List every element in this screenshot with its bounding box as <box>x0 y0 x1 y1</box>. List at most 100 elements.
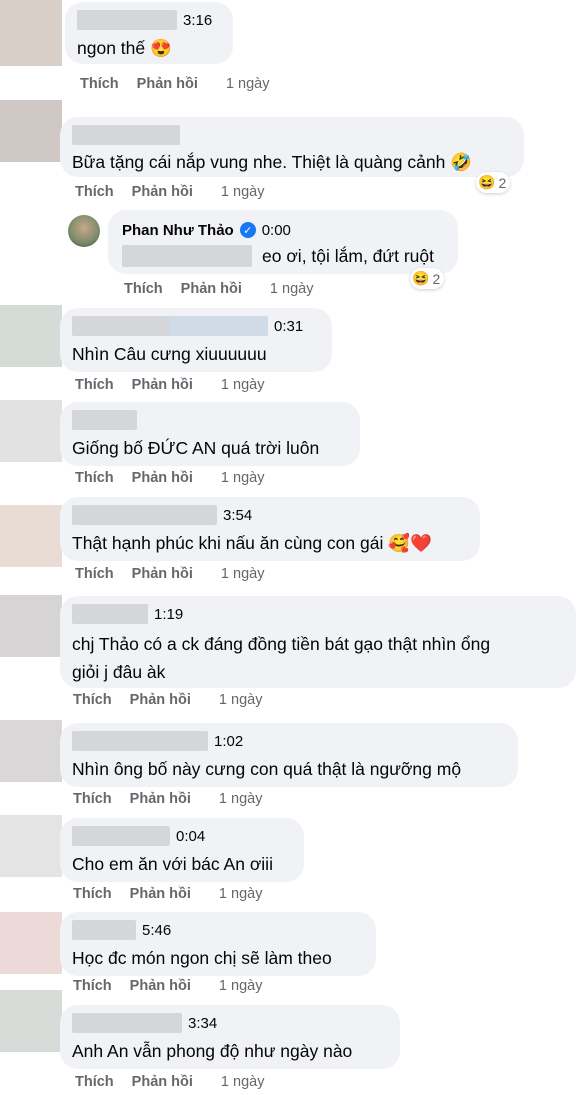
comment-bubble: 0:04 Cho em ăn với bác An ơiii <box>60 818 304 882</box>
like-button[interactable]: Thích <box>75 377 114 393</box>
comment-bubble: Giống bố ĐỨC AN quá trời luôn <box>60 402 360 466</box>
laugh-icon: 😆 <box>478 174 496 190</box>
comment-bubble: Bữa tặng cái nắp vung nhe. Thiệt là quàn… <box>60 117 524 177</box>
reply-button[interactable]: Phản hồi <box>132 184 193 200</box>
comment-actions: Thích Phản hồi 1 ngày <box>80 76 269 92</box>
comment-actions: Thích Phản hồi 1 ngày <box>75 566 264 582</box>
comment-bubble: 3:16 ngon thế 😍 <box>65 2 233 64</box>
avatar <box>0 720 62 782</box>
comment-actions: Thích Phản hồi 1 ngày <box>73 791 262 807</box>
comment-text: ngon thế 😍 <box>77 38 172 58</box>
like-button[interactable]: Thích <box>73 886 112 902</box>
like-button[interactable]: Thích <box>75 1074 114 1090</box>
avatar <box>0 815 62 877</box>
comment-time: 1 ngày <box>220 566 265 582</box>
comment-bubble: 0:31 Nhìn Câu cưng xiuuuuuu <box>60 308 332 372</box>
comment-meta: 1:19 <box>154 605 184 623</box>
comment-bubble: 3:34 Anh An vẫn phong độ như ngày nào <box>60 1005 400 1069</box>
avatar <box>0 400 62 462</box>
comment-meta: 5:46 <box>142 921 172 939</box>
comment-meta: 3:54 <box>223 506 253 524</box>
author-name-blurred <box>72 920 136 940</box>
reaction-count: 2 <box>498 174 507 191</box>
comment-text: Cho em ăn với bác An ơiii <box>72 854 273 874</box>
comment-actions: Thích Phản hồi 1 ngày <box>75 470 264 486</box>
comment-actions: Thích Phản hồi 1 ngày <box>73 978 262 994</box>
author-name-blurred <box>72 1013 182 1033</box>
comment-bubble: 5:46 Học đc món ngon chị sẽ làm theo <box>60 912 376 976</box>
reply-button[interactable]: Phản hồi <box>130 791 191 807</box>
comment-actions: Thích Phản hồi 1 ngày <box>73 692 262 708</box>
reaction-badge[interactable]: 😆 2 <box>476 172 511 193</box>
avatar <box>68 215 100 247</box>
comment-bubble: 1:02 Nhìn ông bố này cưng con quá thật l… <box>60 723 518 787</box>
like-button[interactable]: Thích <box>75 566 114 582</box>
comment-text: Nhìn Câu cưng xiuuuuuu <box>72 344 267 364</box>
comment-meta: 0:00 <box>261 221 291 239</box>
comment-time: 1 ngày <box>218 978 263 994</box>
avatar <box>0 595 62 657</box>
like-button[interactable]: Thích <box>124 281 163 297</box>
like-button[interactable]: Thích <box>73 692 112 708</box>
reply-button[interactable]: Phản hồi <box>137 76 198 92</box>
comment-text: Bữa tặng cái nắp vung nhe. Thiệt là quàn… <box>72 152 472 172</box>
comment-time: 1 ngày <box>218 791 263 807</box>
comment-actions: Thích Phản hồi 1 ngày <box>124 281 313 297</box>
reply-button[interactable]: Phản hồi <box>132 566 193 582</box>
reply-button[interactable]: Phản hồi <box>181 281 242 297</box>
reply-button[interactable]: Phản hồi <box>130 692 191 708</box>
comment-time: 1 ngày <box>220 470 265 486</box>
comment-text: Giống bố ĐỨC AN quá trời luôn <box>72 438 320 458</box>
laugh-icon: 😆 <box>412 270 430 286</box>
comment-meta: 3:16 <box>183 11 213 29</box>
verified-badge-icon: ✓ <box>239 222 256 238</box>
like-button[interactable]: Thích <box>75 184 114 200</box>
comment-time: 1 ngày <box>218 692 263 708</box>
comment-text: Thật hạnh phúc khi nấu ăn cùng con gái 🥰… <box>72 533 432 553</box>
reaction-badge[interactable]: 😆 2 <box>410 268 445 289</box>
avatar <box>0 912 62 974</box>
reply-button[interactable]: Phản hồi <box>130 978 191 994</box>
comment-text: Học đc món ngon chị sẽ làm theo <box>72 948 332 968</box>
comment-meta: 0:04 <box>176 827 206 845</box>
comment-text: Anh An vẫn phong độ như ngày nào <box>72 1041 353 1061</box>
comment-time: 1 ngày <box>225 76 270 92</box>
comment-actions: Thích Phản hồi 1 ngày <box>75 184 264 200</box>
author-name-blurred <box>72 604 148 624</box>
comment-actions: Thích Phản hồi 1 ngày <box>75 377 264 393</box>
comment-actions: Thích Phản hồi 1 ngày <box>73 886 262 902</box>
comment-text: Nhìn ông bố này cưng con quá thật là ngư… <box>72 759 462 779</box>
avatar <box>0 505 62 567</box>
like-button[interactable]: Thích <box>73 791 112 807</box>
comment-bubble: Phan Như Thảo ✓ 0:00 eo ơi, tội lắm, đứt… <box>108 210 458 274</box>
reaction-count: 2 <box>432 270 441 287</box>
reply-button[interactable]: Phản hồi <box>132 1074 193 1090</box>
author-name-blurred <box>72 316 268 336</box>
author-name-blurred <box>72 410 137 430</box>
author-name-blurred <box>77 10 177 30</box>
comment-meta: 1:02 <box>214 732 244 750</box>
like-button[interactable]: Thích <box>73 978 112 994</box>
avatar <box>0 305 62 367</box>
avatar <box>0 100 62 162</box>
comment-actions: Thích Phản hồi 1 ngày <box>75 1074 264 1090</box>
author-name[interactable]: Phan Như Thảo <box>122 222 234 239</box>
comment-meta: 0:31 <box>274 317 304 335</box>
author-name-blurred <box>72 731 208 751</box>
reply-button[interactable]: Phản hồi <box>130 886 191 902</box>
like-button[interactable]: Thích <box>80 76 119 92</box>
comment-text: eo ơi, tội lắm, đứt ruột <box>262 246 435 266</box>
comment-meta: 3:34 <box>188 1014 218 1032</box>
reply-button[interactable]: Phản hồi <box>132 377 193 393</box>
author-name-blurred <box>72 125 180 145</box>
avatar <box>0 0 62 66</box>
author-name-blurred <box>72 505 217 525</box>
comment-time: 1 ngày <box>218 886 263 902</box>
reply-button[interactable]: Phản hồi <box>132 470 193 486</box>
comment-time: 1 ngày <box>220 184 265 200</box>
author-name-blurred <box>72 826 170 846</box>
avatar <box>0 990 62 1052</box>
comment-bubble: 1:19 chj Thảo có a ck đáng đồng tiền bát… <box>60 596 576 688</box>
comment-time: 1 ngày <box>269 281 314 297</box>
like-button[interactable]: Thích <box>75 470 114 486</box>
